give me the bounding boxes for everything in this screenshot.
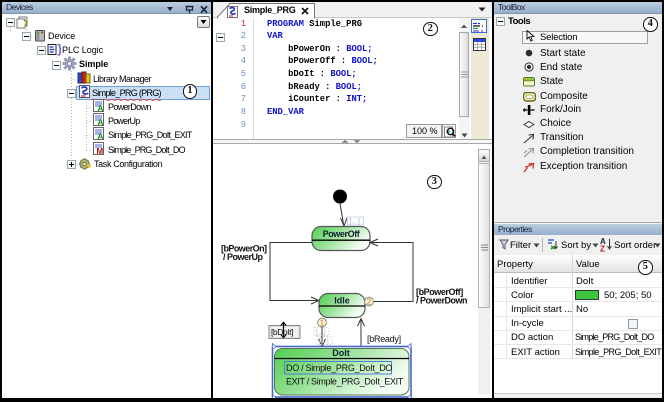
svg-text:EXIT / Simple_PRG_DoIt_EXIT: EXIT / Simple_PRG_DoIt_EXIT <box>286 376 404 386</box>
svg-text:/ PowerDown: / PowerDown <box>416 295 467 305</box>
svg-text:A: A <box>98 118 104 126</box>
svg-text:A: A <box>98 104 104 112</box>
svg-text:PowerOff: PowerOff <box>323 229 361 239</box>
svg-text:[...]: [...] <box>350 216 360 225</box>
svg-text:Idle: Idle <box>334 295 350 305</box>
svg-text:DoIt: DoIt <box>332 348 350 358</box>
svg-text:[bReady]: [bReady] <box>367 334 401 344</box>
svg-text:Z: Z <box>600 245 605 253</box>
svg-text:[...]: [...] <box>316 329 326 336</box>
svg-text:/ PowerUp: / PowerUp <box>223 252 264 262</box>
svg-text:1: 1 <box>320 318 325 327</box>
svg-text:M: M <box>97 147 104 155</box>
svg-text:DO / Simple_PRG_DoIt_DO: DO / Simple_PRG_DoIt_DO <box>286 363 392 373</box>
svg-text:A: A <box>98 132 104 140</box>
svg-text:[...]: [...] <box>319 338 329 345</box>
svg-text:2: 2 <box>367 297 372 306</box>
